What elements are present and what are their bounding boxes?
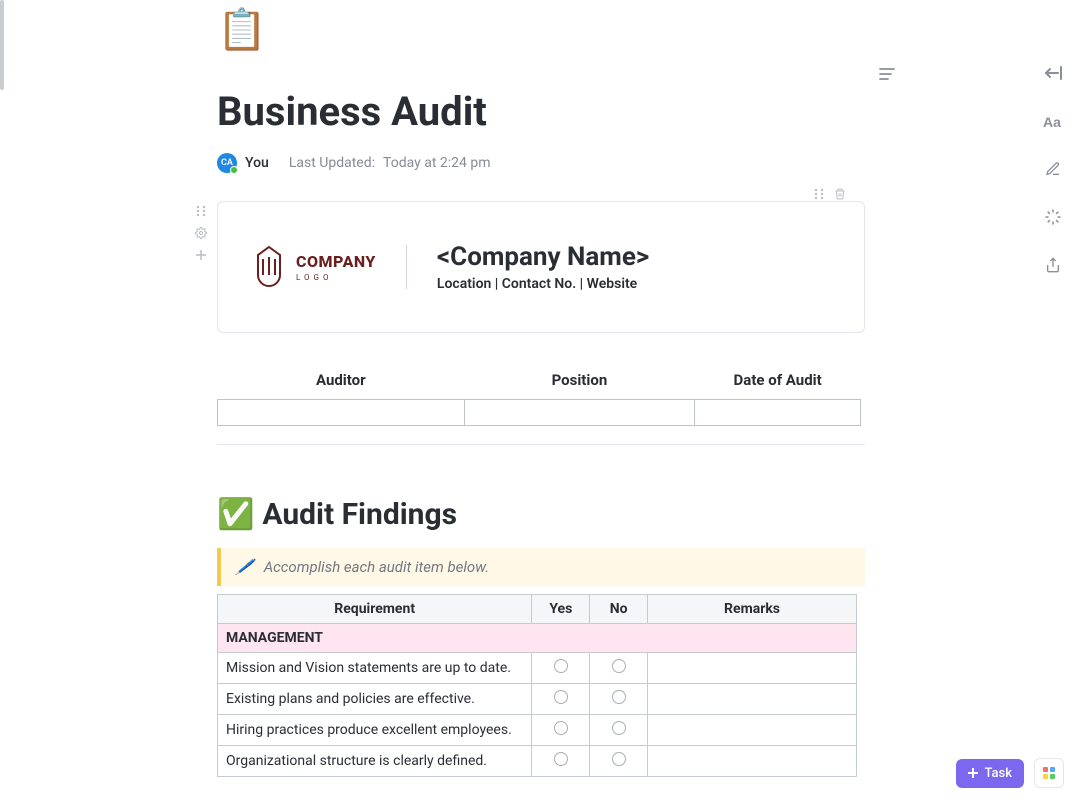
no-cell[interactable] bbox=[590, 684, 648, 715]
requirement-cell[interactable]: Mission and Vision statements are up to … bbox=[218, 653, 532, 684]
trash-icon[interactable] bbox=[834, 188, 846, 203]
bottom-actions: Task bbox=[956, 758, 1064, 788]
position-cell[interactable] bbox=[464, 400, 695, 426]
sparkle-icon[interactable] bbox=[1042, 206, 1064, 228]
collapse-icon[interactable] bbox=[1042, 62, 1064, 84]
page-title[interactable]: Business Audit bbox=[217, 88, 880, 135]
radio-icon[interactable] bbox=[554, 721, 568, 735]
apps-button[interactable] bbox=[1034, 758, 1064, 788]
share-icon[interactable] bbox=[1042, 254, 1064, 276]
table-row: Existing plans and policies are effectiv… bbox=[218, 684, 857, 715]
auditor-cell[interactable] bbox=[218, 400, 465, 426]
task-button-label: Task bbox=[984, 766, 1012, 781]
clipboard-icon: 📋 bbox=[217, 6, 267, 53]
auditor-table[interactable]: Auditor Position Date of Audit bbox=[217, 361, 861, 426]
note-text: Accomplish each audit item below. bbox=[264, 558, 489, 576]
date-header: Date of Audit bbox=[695, 361, 861, 400]
company-name[interactable]: <Company Name> bbox=[437, 242, 828, 272]
no-cell[interactable] bbox=[590, 746, 648, 777]
card-actions bbox=[814, 188, 846, 203]
svg-text:Aa: Aa bbox=[1043, 114, 1061, 129]
radio-icon[interactable] bbox=[612, 659, 626, 673]
findings-table[interactable]: Requirement Yes No Remarks MANAGEMENT Mi… bbox=[217, 594, 857, 777]
vertical-divider bbox=[406, 245, 407, 289]
findings-heading[interactable]: ✅ Audit Findings bbox=[217, 497, 880, 532]
horizontal-divider bbox=[217, 444, 865, 445]
findings-heading-text: Audit Findings bbox=[262, 497, 457, 532]
right-rail: Aa bbox=[1042, 62, 1064, 276]
section-title: MANAGEMENT bbox=[218, 624, 857, 653]
toc-icon[interactable] bbox=[879, 66, 895, 85]
remarks-cell[interactable] bbox=[648, 653, 857, 684]
remarks-cell[interactable] bbox=[648, 746, 857, 777]
yes-cell[interactable] bbox=[532, 684, 590, 715]
requirement-cell[interactable]: Existing plans and policies are effectiv… bbox=[218, 684, 532, 715]
typography-icon[interactable]: Aa bbox=[1042, 110, 1064, 132]
radio-icon[interactable] bbox=[554, 659, 568, 673]
logo-subtext: LOGO bbox=[296, 273, 376, 282]
company-logo: COMPANY LOGO bbox=[254, 245, 376, 289]
plus-icon bbox=[968, 768, 978, 778]
avatar[interactable]: CA bbox=[217, 153, 237, 173]
remarks-cell[interactable] bbox=[648, 684, 857, 715]
note-banner[interactable]: 🖊️ Accomplish each audit item below. bbox=[217, 548, 865, 586]
block-controls bbox=[194, 204, 208, 262]
drag-handle-icon[interactable] bbox=[814, 188, 824, 203]
gear-icon[interactable] bbox=[194, 226, 208, 240]
radio-icon[interactable] bbox=[554, 690, 568, 704]
remarks-cell[interactable] bbox=[648, 715, 857, 746]
col-requirement: Requirement bbox=[218, 595, 532, 624]
company-card[interactable]: COMPANY LOGO <Company Name> Location | C… bbox=[217, 201, 865, 333]
table-row: Hiring practices produce excellent emplo… bbox=[218, 715, 857, 746]
checkmark-icon: ✅ bbox=[217, 497, 254, 532]
pen-icon: 🖊️ bbox=[235, 558, 254, 576]
requirement-cell[interactable]: Organizational structure is clearly defi… bbox=[218, 746, 532, 777]
company-subline[interactable]: Location | Contact No. | Website bbox=[437, 276, 828, 292]
last-updated-label: Last Updated: bbox=[289, 155, 375, 171]
logo-icon bbox=[254, 245, 284, 289]
col-no: No bbox=[590, 595, 648, 624]
no-cell[interactable] bbox=[590, 715, 648, 746]
auditor-header: Auditor bbox=[218, 361, 465, 400]
plus-icon[interactable] bbox=[194, 248, 208, 262]
apps-icon bbox=[1043, 767, 1055, 779]
date-cell[interactable] bbox=[695, 400, 861, 426]
yes-cell[interactable] bbox=[532, 746, 590, 777]
last-updated-value: Today at 2:24 pm bbox=[383, 155, 490, 171]
yes-cell[interactable] bbox=[532, 653, 590, 684]
radio-icon[interactable] bbox=[612, 752, 626, 766]
radio-icon[interactable] bbox=[612, 721, 626, 735]
yes-cell[interactable] bbox=[532, 715, 590, 746]
table-row: Mission and Vision statements are up to … bbox=[218, 653, 857, 684]
new-task-button[interactable]: Task bbox=[956, 759, 1024, 788]
table-row: Organizational structure is clearly defi… bbox=[218, 746, 857, 777]
edit-icon[interactable] bbox=[1042, 158, 1064, 180]
logo-text: COMPANY bbox=[296, 252, 376, 271]
document-body: 📋 Business Audit CA You Last Updated: To… bbox=[0, 0, 880, 777]
col-remarks: Remarks bbox=[648, 595, 857, 624]
position-header: Position bbox=[464, 361, 695, 400]
meta-row: CA You Last Updated: Today at 2:24 pm bbox=[217, 153, 880, 173]
no-cell[interactable] bbox=[590, 653, 648, 684]
radio-icon[interactable] bbox=[612, 690, 626, 704]
author-label: You bbox=[245, 155, 269, 171]
company-info: <Company Name> Location | Contact No. | … bbox=[437, 242, 828, 292]
col-yes: Yes bbox=[532, 595, 590, 624]
radio-icon[interactable] bbox=[554, 752, 568, 766]
drag-handle-icon[interactable] bbox=[194, 204, 208, 218]
page-icon[interactable]: 📋 bbox=[217, 0, 880, 50]
requirement-cell[interactable]: Hiring practices produce excellent emplo… bbox=[218, 715, 532, 746]
